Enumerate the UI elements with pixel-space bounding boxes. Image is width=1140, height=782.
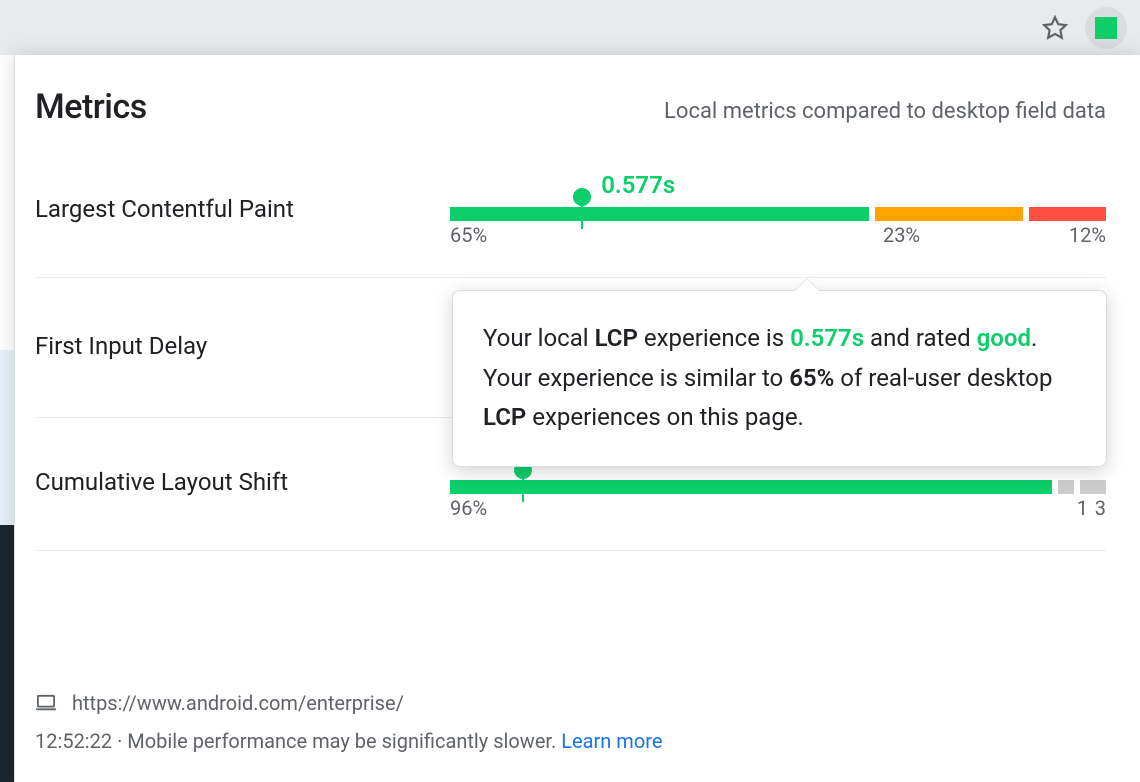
learn-more-link[interactable]: Learn more [561, 729, 662, 753]
tooltip-rating: good [977, 324, 1031, 352]
panel-subtitle: Local metrics compared to desktop field … [664, 99, 1106, 124]
tooltip-value: 0.577s [790, 324, 864, 352]
tooltip-percent: 65% [789, 364, 834, 392]
panel-footer: https://www.android.com/enterprise/ 12:5… [35, 684, 1106, 760]
footer-separator: · [112, 729, 127, 753]
metric-label: Cumulative Layout Shift [35, 468, 450, 496]
panel-title: Metrics [35, 87, 147, 127]
tooltip-metric-abbrev: LCP [483, 403, 526, 431]
metric-value: 0.577s [601, 171, 675, 199]
tooltip-text: and rated [864, 324, 977, 352]
laptop-icon [35, 686, 57, 724]
footer-time: 12:52:22 [35, 729, 112, 753]
panel-header: Metrics Local metrics compared to deskto… [35, 87, 1106, 127]
pct-poor: 3 [1095, 496, 1106, 520]
footer-url: https://www.android.com/enterprise/ [72, 691, 404, 715]
metric-tooltip: Your local LCP experience is 0.577s and … [452, 290, 1107, 467]
extension-button[interactable] [1085, 7, 1127, 49]
tooltip-text: Your local [483, 324, 595, 352]
pct-mid: 23% [883, 223, 920, 247]
segment-mid [1058, 480, 1074, 494]
pct-good: 65% [450, 223, 487, 247]
segment-poor [1029, 207, 1106, 221]
metric-label: Largest Contentful Paint [35, 195, 450, 223]
metric-label: First Input Delay [35, 332, 450, 360]
star-icon [1042, 15, 1068, 41]
pct-mid: 1 [1077, 496, 1088, 520]
segment-poor [1080, 480, 1106, 494]
browser-toolbar [0, 0, 1140, 55]
distribution-bar [450, 207, 1106, 221]
distribution-bar [450, 480, 1106, 494]
tooltip-metric-abbrev: LCP [595, 324, 638, 352]
tooltip-text: experience is [638, 324, 790, 352]
segment-good [450, 207, 869, 221]
pct-poor: 12% [1069, 223, 1106, 247]
marker-dot-icon [573, 188, 591, 206]
tooltip-text: of real-user desktop [834, 364, 1052, 392]
metric-row-lcp[interactable]: Largest Contentful Paint 0.577s 65% 23% … [35, 145, 1106, 278]
bookmark-star-button[interactable] [1037, 10, 1073, 46]
segment-good [450, 480, 1052, 494]
pct-good: 96% [450, 496, 487, 520]
segment-mid [875, 207, 1023, 221]
tooltip-text: experiences on this page. [526, 403, 804, 431]
extension-icon [1095, 17, 1117, 39]
footer-note: Mobile performance may be significantly … [127, 729, 561, 753]
metric-chart-lcp: 0.577s 65% 23% 12% [450, 163, 1106, 255]
